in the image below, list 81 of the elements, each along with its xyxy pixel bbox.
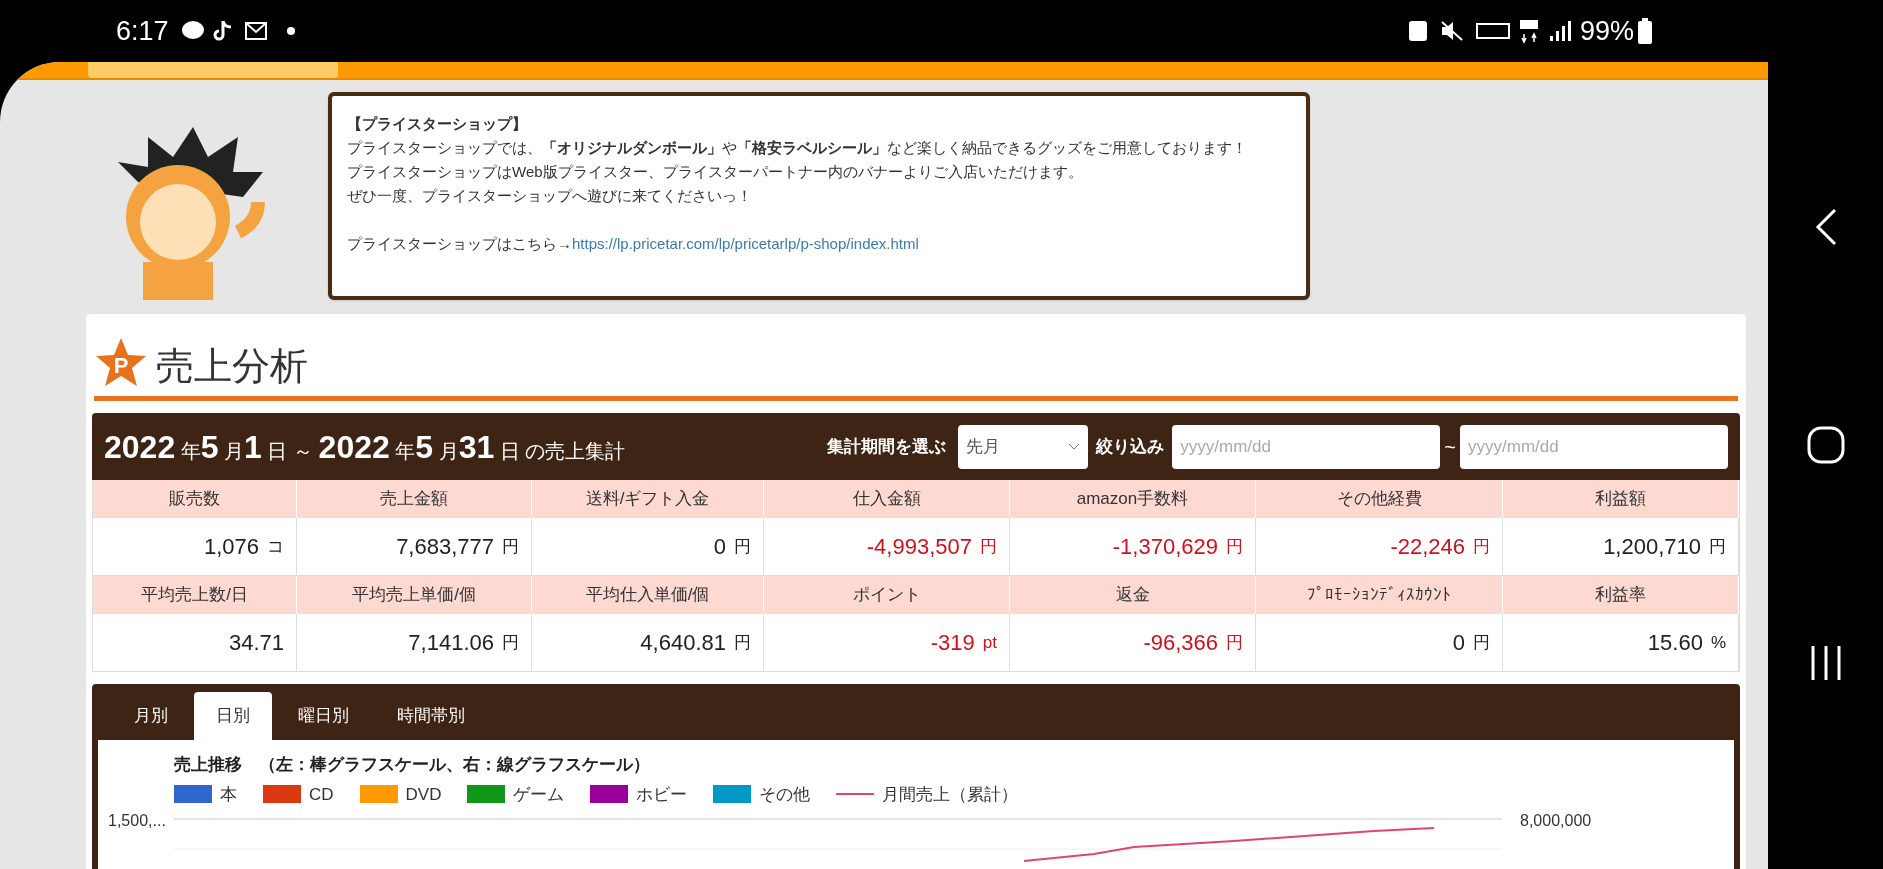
stat-value: 4,640.81 (640, 629, 726, 657)
legend-label: その他 (759, 783, 811, 806)
stat-value: 15.60 (1647, 629, 1703, 657)
battery-icon (1638, 18, 1652, 44)
stat-value: 7,683,777 (396, 533, 494, 561)
chevron-down-icon (1068, 442, 1081, 451)
unit-label: 円 (980, 535, 997, 558)
end-date-field[interactable]: yyyy/mm/dd (1460, 424, 1728, 469)
column-header: 利益率 (1595, 584, 1646, 607)
legend-label: 本 (220, 783, 237, 806)
view-tab[interactable]: 月別 (112, 692, 190, 740)
mute-icon (1439, 20, 1464, 42)
stat-value: -319 (930, 629, 975, 657)
column-header: ポイント (852, 584, 921, 607)
page-title: 売上分析 (156, 344, 308, 389)
home-icon[interactable] (1806, 425, 1845, 464)
period-heading: 2022 年5 月 1 日 ～ 2022 年5 月31 日 の売上集計 (104, 427, 626, 467)
axis-label: 1,500,... (108, 811, 167, 831)
period-select[interactable]: 先月 (958, 424, 1089, 469)
stat-value: 0 (713, 533, 726, 561)
legend-label: ゲーム (513, 783, 565, 806)
unit-label: 円 (1473, 535, 1490, 558)
mail-icon (244, 22, 267, 40)
unit-label: 円 (1226, 631, 1243, 654)
column-header: ﾌﾟﾛﾓｰｼｮﾝﾃﾞｨｽｶｳﾝﾄ (1307, 584, 1451, 607)
start-date-field[interactable]: yyyy/mm/dd (1172, 424, 1441, 469)
stat-value: -96,366 (1143, 629, 1218, 657)
column-header: 平均仕入単価/個 (585, 584, 710, 607)
unit-label: 円 (1226, 535, 1243, 558)
column-header: 利益額 (1595, 488, 1646, 511)
notice-title: 【プライスターショップ】 (347, 114, 528, 134)
music-note-icon (212, 19, 233, 43)
unit-label: % (1710, 631, 1726, 654)
stat-value: 0 (1452, 629, 1465, 657)
stat-value: -22,246 (1390, 533, 1465, 561)
column-header: 平均売上単価/個 (352, 584, 476, 607)
legend-label: ホビー (636, 783, 688, 806)
battery-percent: 99% (1579, 14, 1634, 48)
notice-text: ぜひ一度、プライスターショップへ遊びに来てくださいっ！ (347, 186, 753, 206)
column-header: amazon手数料 (1076, 488, 1189, 511)
column-header: 売上金額 (380, 488, 448, 511)
unit-label: 円 (502, 535, 519, 558)
stat-value: -4,993,507 (866, 533, 972, 561)
unit-label: 円 (734, 631, 751, 654)
unit-label: pt (982, 631, 997, 654)
unit-label: 円 (1473, 631, 1490, 654)
notice-text: プライスターショップはこちら→ (347, 235, 572, 252)
column-header: 返金 (1115, 584, 1150, 607)
back-icon[interactable] (1814, 207, 1837, 246)
chart-title: 売上推移 （左：棒グラフスケール、右：線グラフスケール） (174, 754, 651, 776)
legend-label: DVD (405, 783, 442, 806)
column-header: その他経費 (1336, 488, 1422, 511)
legend-label: CD (309, 783, 334, 806)
column-header: 送料/ギフト入金 (585, 488, 710, 511)
column-header: 販売数 (169, 488, 220, 511)
dot-icon (286, 27, 295, 35)
notice-text: プライスターショップはWeb版プライスター、プライスターパートナー内のバナーよりご入店いただけます。 (347, 162, 1084, 182)
view-tab[interactable]: 日別 (194, 692, 272, 740)
unit-label: 円 (1709, 535, 1726, 558)
stat-value: 1,076 (203, 533, 259, 561)
filter-label: 絞り込み (1096, 435, 1165, 458)
stat-value: -1,370,629 (1112, 533, 1218, 561)
view-tab[interactable]: 曜日別 (276, 692, 371, 740)
stat-value: 34.71 (228, 629, 284, 657)
column-header: 平均売上数/日 (141, 584, 248, 607)
signal-icon (1547, 20, 1572, 42)
column-header: 仕入金額 (852, 488, 921, 511)
view-tab[interactable]: 時間帯別 (375, 692, 487, 740)
legend-label: 月間売上（累計） (882, 783, 1019, 806)
unit-label: コ (267, 535, 284, 558)
period-select-label: 集計期間を選ぶ (827, 435, 947, 458)
network-icon (1517, 18, 1540, 44)
shop-link[interactable]: https://lp.pricetar.com/lp/pricetarlp/p-shop/index.html (572, 235, 919, 252)
stat-value: 1,200,710 (1603, 533, 1701, 561)
unit-label: 円 (734, 535, 751, 558)
unit-label: 円 (502, 631, 519, 654)
range-separator: ~ (1444, 434, 1456, 460)
axis-label: 8,000,000 (1520, 811, 1592, 831)
status-time: 6:17 (116, 14, 169, 48)
notice-text: プライスターショップでは、「オリジナルダンボール」や「格安ラベルシール」など楽しく納品できるグッズをご用意しております！ (347, 138, 1248, 158)
stat-value: 7,141.06 (408, 629, 494, 657)
